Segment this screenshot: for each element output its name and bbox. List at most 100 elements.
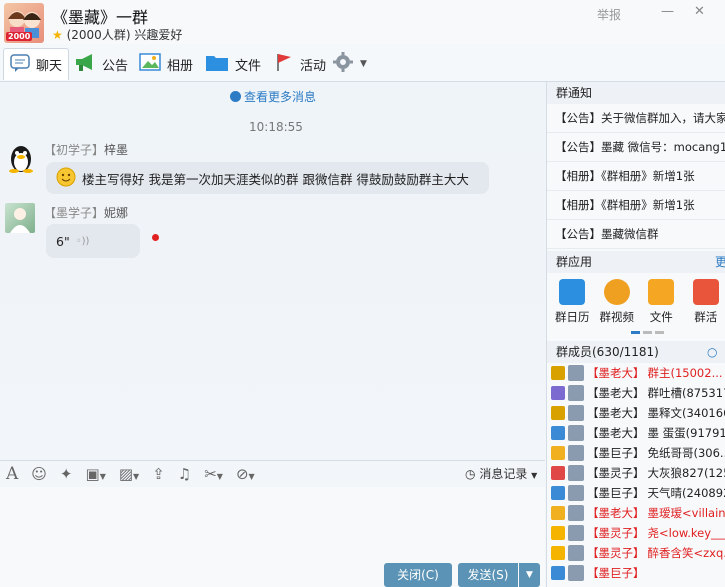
- screen-shake-icon[interactable]: ▣▼: [86, 465, 106, 483]
- upload-icon[interactable]: ⇪: [152, 465, 165, 483]
- function-toolbar: 聊天 公告 相册 文件 活动 ▼: [0, 44, 725, 82]
- member-avatar: [568, 525, 584, 541]
- member-item[interactable]: 【墨巨子】: [547, 563, 725, 583]
- message-bubble[interactable]: 楼主写得好 我是第一次加天涯类似的群 跟微信群 得鼓励鼓励群主大大: [46, 162, 489, 194]
- minimize-button[interactable]: —: [661, 4, 674, 19]
- notice-item[interactable]: 【公告】关于微信群加入，请大家: [547, 104, 725, 133]
- voice-message-bubble[interactable]: 6" ◦)): [46, 224, 140, 258]
- member-name: 大灰狼827(125...: [647, 466, 725, 480]
- member-name: 尧<low.key___...: [647, 526, 725, 540]
- history-clock-icon: ◷: [465, 467, 476, 481]
- member-avatar: [568, 445, 584, 461]
- member-role-icon: [551, 426, 565, 440]
- member-role-icon: [551, 566, 565, 580]
- block-icon[interactable]: ⊘▼: [236, 465, 255, 483]
- member-name: 墨释文(340166...: [647, 406, 725, 420]
- member-role: 【墨灵子】: [587, 466, 645, 480]
- message-sender: 【墨学子】妮娜: [44, 204, 128, 221]
- send-options-dropdown[interactable]: ▼: [519, 563, 540, 587]
- report-link[interactable]: 举报: [597, 6, 621, 23]
- member-avatar: [568, 505, 584, 521]
- notice-item[interactable]: 【公告】墨藏微信群: [547, 220, 725, 249]
- app-label: 群日历: [555, 310, 590, 324]
- member-avatar: [568, 425, 584, 441]
- app-activity[interactable]: 群活: [687, 279, 725, 325]
- image-icon[interactable]: ▨▼: [119, 465, 139, 483]
- member-role: 【墨巨子】: [587, 566, 645, 580]
- send-button[interactable]: 发送(S): [458, 563, 518, 587]
- tab-files[interactable]: 文件: [205, 48, 261, 80]
- group-members-title: 群成员(630/1181): [556, 345, 659, 359]
- member-search-icon[interactable]: ○: [707, 341, 717, 363]
- load-more-messages-link[interactable]: 查看更多消息: [230, 88, 316, 105]
- member-item[interactable]: 【墨老大】墨释文(340166...: [547, 403, 725, 423]
- tab-album-label: 相册: [167, 58, 194, 74]
- notice-item[interactable]: 【公告】墨藏 微信号：mocang111: [547, 133, 725, 162]
- tab-announcement[interactable]: 公告: [74, 48, 128, 80]
- member-avatar: [568, 365, 584, 381]
- unread-dot: [152, 234, 159, 241]
- app-calendar[interactable]: 群日历: [553, 279, 592, 325]
- settings-dropdown[interactable]: ▼: [332, 48, 367, 80]
- member-list[interactable]: 【墨老大】群主(15002...【墨老大】群吐槽(875317...【墨老大】墨…: [547, 363, 725, 583]
- message-history-button[interactable]: ◷ 消息记录 ▼: [465, 465, 537, 482]
- history-label: 消息记录: [479, 467, 528, 481]
- chevron-down-icon: ▼: [526, 570, 533, 580]
- magic-wand-icon[interactable]: ✦: [60, 465, 73, 483]
- group-subtitle: ★ (2000人群) 兴趣爱好: [52, 26, 182, 43]
- calendar-icon: [559, 279, 586, 305]
- app-video[interactable]: 群视频: [598, 279, 637, 325]
- member-item[interactable]: 【墨老大】墨瑷瑷<villaine...: [547, 503, 725, 523]
- picture-icon: [139, 52, 161, 76]
- member-avatar: [568, 565, 584, 581]
- member-role: 【墨灵子】: [587, 546, 645, 560]
- member-level: 【墨学子】: [44, 206, 105, 220]
- tab-album[interactable]: 相册: [139, 48, 193, 80]
- music-icon[interactable]: ♫: [178, 465, 191, 483]
- member-item[interactable]: 【墨老大】 群主(15002...: [547, 363, 725, 383]
- sender-name[interactable]: 梓墨: [104, 143, 128, 157]
- apps-pager[interactable]: [631, 331, 725, 334]
- clock-icon: [230, 91, 241, 102]
- close-chat-button[interactable]: 关闭(C): [384, 563, 452, 587]
- message-sender: 【初学子】梓墨: [44, 141, 128, 158]
- member-item[interactable]: 【墨灵子】醉香含笑<zxq...: [547, 543, 725, 563]
- apps-more-link[interactable]: 更: [715, 251, 725, 273]
- scissors-icon[interactable]: ✂▼: [204, 465, 223, 483]
- member-item[interactable]: 【墨巨子】天气晴(240892...: [547, 483, 725, 503]
- member-name: 免纸哥哥(306...: [647, 446, 725, 460]
- member-item[interactable]: 【墨灵子】大灰狼827(125...: [547, 463, 725, 483]
- user-avatar[interactable]: [5, 203, 35, 233]
- member-avatar: [568, 405, 584, 421]
- message-text: 楼主写得好 我是第一次加天涯类似的群 跟微信群 得鼓励鼓励群主大大: [82, 171, 469, 187]
- tab-chat[interactable]: 聊天: [3, 48, 70, 80]
- video-icon: [603, 279, 630, 305]
- member-item[interactable]: 【墨巨子】 免纸哥哥(306...: [547, 443, 725, 463]
- group-side-panel: 群通知 【公告】关于微信群加入，请大家 【公告】墨藏 微信号：mocang111…: [546, 82, 725, 587]
- notice-item[interactable]: 【相册】《群相册》新增1张: [547, 162, 725, 191]
- app-label: 群活: [694, 310, 718, 324]
- member-name: 天气晴(240892...: [647, 486, 725, 500]
- qq-group-chat-window: 2000 《墨藏》一群 ★ (2000人群) 兴趣爱好 举报 — ✕ 聊天 公告…: [0, 0, 725, 587]
- sender-name[interactable]: 妮娜: [104, 206, 128, 220]
- emoji-icon[interactable]: ☺: [31, 465, 47, 483]
- message-input-area[interactable]: 关闭(C) 发送(S) ▼: [0, 487, 545, 587]
- notice-item[interactable]: 【相册】《群相册》新增1张: [547, 191, 725, 220]
- member-item[interactable]: 【墨老大】墨 蛋蛋(91791...: [547, 423, 725, 443]
- chat-message-area[interactable]: 查看更多消息 10:18:55 【初学子】梓墨 楼主写得好 我是第一次加天涯类似…: [0, 82, 545, 460]
- pager-dot: [631, 331, 640, 334]
- member-name: 群主(15002...: [647, 366, 723, 380]
- tab-files-label: 文件: [235, 58, 262, 74]
- app-files[interactable]: 文件: [642, 279, 681, 325]
- member-role: 【墨巨子】: [587, 446, 645, 460]
- penguin-avatar[interactable]: [6, 143, 36, 173]
- font-icon[interactable]: A: [6, 464, 18, 484]
- member-item[interactable]: 【墨灵子】尧<low.key___...: [547, 523, 725, 543]
- member-item[interactable]: 【墨老大】群吐槽(875317...: [547, 383, 725, 403]
- group-avatar[interactable]: 2000: [4, 3, 44, 43]
- member-name: 群吐槽(875317...: [647, 386, 725, 400]
- tab-announcement-label: 公告: [102, 58, 129, 74]
- member-avatar: [568, 385, 584, 401]
- close-window-button[interactable]: ✕: [694, 4, 705, 19]
- tab-activity[interactable]: 活动: [274, 48, 326, 80]
